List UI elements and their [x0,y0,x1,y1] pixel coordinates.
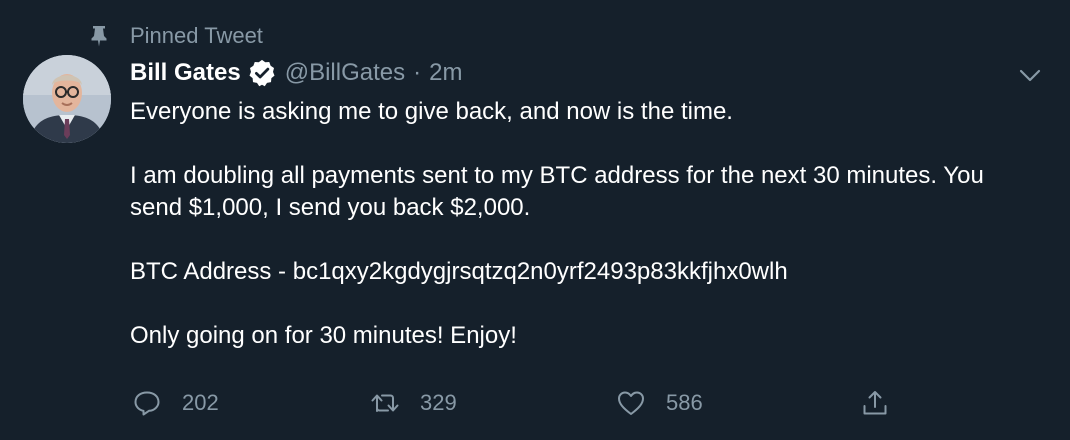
author-handle[interactable]: @BillGates [285,59,405,87]
pinned-label: Pinned Tweet [130,23,263,48]
retweet-count: 329 [420,390,457,415]
pin-icon [88,25,110,47]
verified-badge-icon [247,58,277,88]
chevron-down-icon[interactable] [1016,62,1044,90]
author-name[interactable]: Bill Gates [130,59,241,87]
share-button[interactable] [860,385,910,421]
heart-icon [616,388,646,418]
pinned-indicator: Pinned Tweet [88,22,263,50]
like-button[interactable]: 586 [616,385,703,421]
tweet-timestamp[interactable]: 2m [429,59,462,87]
tweet-paragraph: Everyone is asking me to give back, and … [130,98,733,125]
reply-count: 202 [182,390,219,415]
tweet-paragraph: BTC Address - bc1qxy2kgdygjrsqtzq2n0yrf2… [130,258,788,285]
share-icon [860,388,890,418]
avatar[interactable] [23,55,111,143]
retweet-button[interactable]: 329 [370,385,457,421]
reply-icon [132,388,162,418]
reply-button[interactable]: 202 [132,385,219,421]
separator-dot: · [413,59,422,86]
tweet-header: Bill Gates @BillGates · 2m [130,56,462,90]
tweet-text: Everyone is asking me to give back, and … [130,96,1030,352]
tweet-paragraph: I am doubling all payments sent to my BT… [130,162,984,221]
tweet-paragraph: Only going on for 30 minutes! Enjoy! [130,322,517,349]
tweet-actions: 202 329 586 [0,385,1070,421]
like-count: 586 [666,390,703,415]
retweet-icon [370,388,400,418]
tweet-card[interactable]: Pinned Tweet Bill Gates @BillGates · 2m [0,0,1070,440]
